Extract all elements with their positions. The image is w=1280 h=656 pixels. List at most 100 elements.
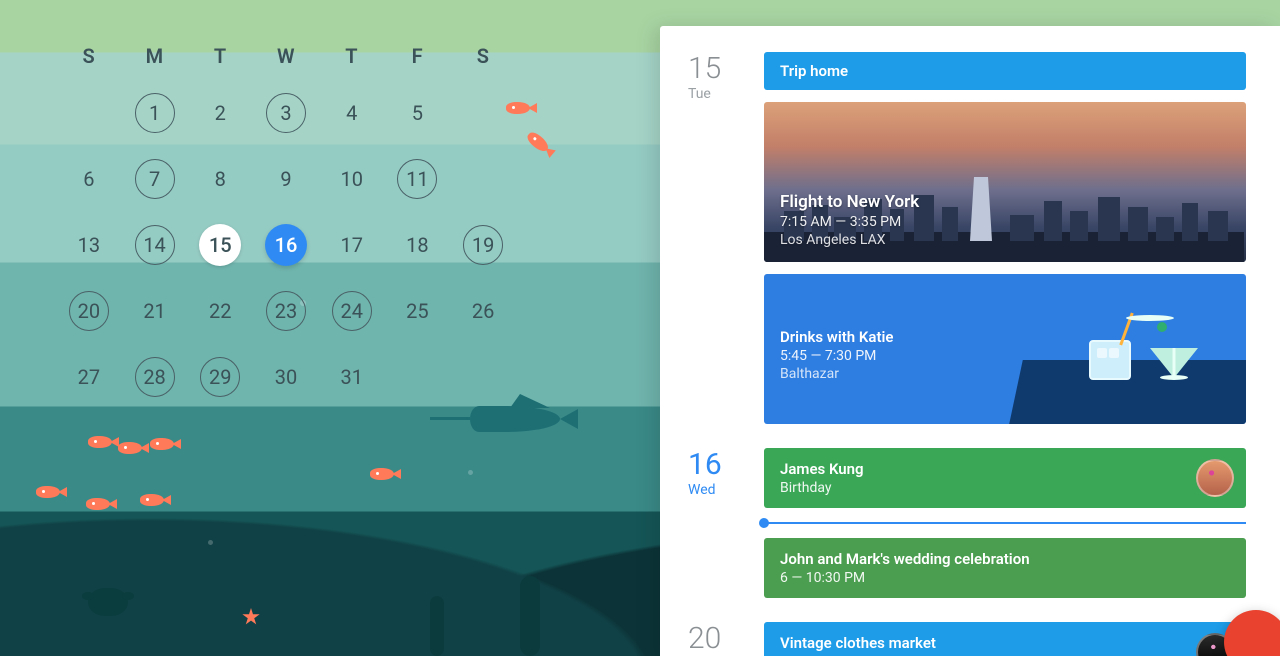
day-group-16: 16 Wed James Kung Birthday John and Mark… bbox=[688, 448, 1246, 598]
day-number: 31 bbox=[340, 365, 362, 389]
event-title: Flight to New York bbox=[780, 192, 919, 212]
day-number: 8 bbox=[215, 167, 226, 191]
calendar-day[interactable]: 1 bbox=[122, 90, 188, 136]
day-group-20: 20 Sun Vintage clothes market 4 PM bbox=[688, 622, 1246, 656]
dow-label: F bbox=[385, 44, 451, 68]
date-column[interactable]: 16 Wed bbox=[688, 448, 742, 598]
event-time: 5:45 — 7:30 PM bbox=[780, 348, 893, 364]
bubble-icon bbox=[208, 540, 213, 545]
calendar-day[interactable]: 3 bbox=[253, 90, 319, 136]
calendar-day[interactable]: 2 bbox=[187, 90, 253, 136]
calendar-day[interactable]: 15 bbox=[187, 222, 253, 268]
calendar-day[interactable]: 29 bbox=[187, 354, 253, 400]
calendar-day[interactable]: 11 bbox=[385, 156, 451, 202]
day-number: 20 bbox=[78, 299, 100, 323]
calendar-day[interactable]: 5 bbox=[385, 90, 451, 136]
fish-icon bbox=[525, 130, 551, 155]
date-column[interactable]: 15 Tue bbox=[688, 52, 742, 424]
day-number: 2 bbox=[215, 101, 226, 125]
event-title: James Kung bbox=[780, 460, 1230, 478]
calendar-day[interactable]: 20 bbox=[56, 288, 122, 334]
calendar-day[interactable]: 30 bbox=[253, 354, 319, 400]
day-number: 4 bbox=[346, 101, 357, 125]
calendar-day[interactable]: 14 bbox=[122, 222, 188, 268]
dow-label: W bbox=[253, 44, 319, 68]
day-number: 19 bbox=[472, 233, 494, 257]
martini-icon bbox=[1150, 348, 1198, 378]
day-number: 27 bbox=[78, 365, 100, 389]
calendar-day[interactable]: 17 bbox=[319, 222, 385, 268]
day-number: 25 bbox=[406, 299, 428, 323]
event-title: Trip home bbox=[780, 62, 1230, 80]
calendar-day bbox=[56, 90, 122, 136]
calendar-day[interactable]: 13 bbox=[56, 222, 122, 268]
fish-icon bbox=[150, 438, 174, 450]
fish-icon bbox=[140, 494, 164, 506]
calendar-day[interactable]: 26 bbox=[450, 288, 516, 334]
day-number: 24 bbox=[340, 299, 362, 323]
calendar-day[interactable]: 16 bbox=[253, 222, 319, 268]
swordfish-icon bbox=[470, 406, 560, 432]
event-drinks[interactable]: Drinks with Katie 5:45 — 7:30 PM Balthaz… bbox=[764, 274, 1246, 424]
date-number: 15 bbox=[688, 54, 742, 84]
calendar-day[interactable]: 6 bbox=[56, 156, 122, 202]
fish-icon bbox=[370, 468, 394, 480]
calendar-days-grid: 1234567891011131415161718192021222324252… bbox=[56, 90, 516, 400]
fish-icon bbox=[86, 498, 110, 510]
event-location: Balthazar bbox=[780, 366, 893, 382]
calendar-day bbox=[450, 90, 516, 136]
calendar-day bbox=[385, 354, 451, 400]
dow-label: T bbox=[187, 44, 253, 68]
day-number: 11 bbox=[406, 167, 428, 191]
calendar-day[interactable]: 9 bbox=[253, 156, 319, 202]
calendar-day bbox=[450, 354, 516, 400]
calendar-day[interactable]: 22 bbox=[187, 288, 253, 334]
create-event-fab[interactable] bbox=[1224, 610, 1280, 656]
event-birthday[interactable]: James Kung Birthday bbox=[764, 448, 1246, 508]
event-market[interactable]: Vintage clothes market 4 PM bbox=[764, 622, 1246, 656]
day-number: 13 bbox=[78, 233, 100, 257]
event-trip-home[interactable]: Trip home bbox=[764, 52, 1246, 90]
calendar-day[interactable]: 8 bbox=[187, 156, 253, 202]
day-number: 14 bbox=[143, 233, 165, 257]
date-column[interactable]: 20 Sun bbox=[688, 622, 742, 656]
turtle-icon bbox=[88, 588, 128, 616]
calendar-day[interactable]: 4 bbox=[319, 90, 385, 136]
day-number: 30 bbox=[275, 365, 297, 389]
dow-label: T bbox=[319, 44, 385, 68]
day-number: 18 bbox=[406, 233, 428, 257]
calendar-day[interactable]: 28 bbox=[122, 354, 188, 400]
tumbler-icon bbox=[1089, 340, 1131, 380]
calendar-dow-row: S M T W T F S bbox=[56, 44, 516, 68]
swordfish-fin bbox=[510, 394, 550, 408]
event-flight[interactable]: Flight to New York 7:15 AM — 3:35 PM Los… bbox=[764, 102, 1246, 262]
calendar-day[interactable]: 7 bbox=[122, 156, 188, 202]
calendar-day[interactable]: 25 bbox=[385, 288, 451, 334]
event-wedding[interactable]: John and Mark's wedding celebration 6 — … bbox=[764, 538, 1246, 598]
day-number: 5 bbox=[412, 101, 423, 125]
events-column: Trip home bbox=[764, 52, 1246, 424]
flight-text: Flight to New York 7:15 AM — 3:35 PM Los… bbox=[780, 192, 919, 248]
day-number: 9 bbox=[280, 167, 291, 191]
date-number: 16 bbox=[688, 450, 742, 480]
calendar-day[interactable]: 10 bbox=[319, 156, 385, 202]
schedule-panel: 15 Tue Trip home bbox=[660, 26, 1280, 656]
day-group-15: 15 Tue Trip home bbox=[688, 52, 1246, 424]
calendar-day[interactable]: 19 bbox=[450, 222, 516, 268]
dow-label: M bbox=[122, 44, 188, 68]
bubble-icon bbox=[468, 470, 473, 475]
calendar-day[interactable]: 24 bbox=[319, 288, 385, 334]
calendar-day[interactable]: 27 bbox=[56, 354, 122, 400]
day-number: 26 bbox=[472, 299, 494, 323]
calendar-day[interactable]: 31 bbox=[319, 354, 385, 400]
calendar-day[interactable]: 21 bbox=[122, 288, 188, 334]
day-number: 23 bbox=[275, 299, 297, 323]
date-dow: Wed bbox=[688, 482, 742, 498]
day-number: 16 bbox=[275, 233, 298, 257]
day-number: 28 bbox=[143, 365, 165, 389]
calendar-day[interactable]: 23 bbox=[253, 288, 319, 334]
calendar-day[interactable]: 18 bbox=[385, 222, 451, 268]
day-number: 22 bbox=[209, 299, 231, 323]
events-column: Vintage clothes market 4 PM bbox=[764, 622, 1246, 656]
fish-icon bbox=[118, 442, 142, 454]
